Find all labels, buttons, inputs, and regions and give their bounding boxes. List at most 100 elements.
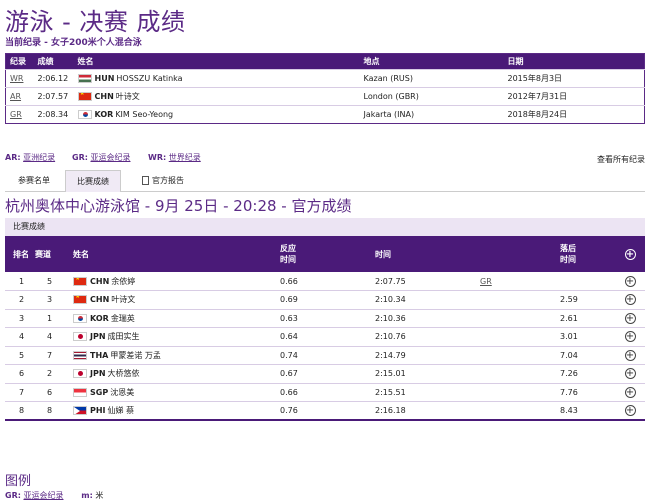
result-record: [480, 346, 560, 365]
result-lane: 3: [35, 290, 65, 310]
flag-icon: [73, 406, 87, 415]
result-athlete: JPN 大桥悠依: [65, 364, 280, 384]
result-rank: 1: [5, 272, 35, 291]
result-row: 4 4 JPN 成田实生 0.64 2:10.76 3.01 +: [5, 327, 645, 347]
athlete-name: 叶诗文: [111, 295, 136, 305]
record-athlete: KOR KIM Seo-Yeong: [73, 105, 360, 124]
record-date: 2015年8月3日: [503, 69, 645, 88]
result-record: [480, 327, 560, 347]
result-reaction: 0.66: [280, 383, 375, 402]
result-record: [480, 401, 560, 421]
record-date: 2018年8月24日: [503, 105, 645, 124]
legend-wr-label[interactable]: 世界纪录: [169, 153, 201, 162]
legend-ar-label[interactable]: 亚洲纪录: [23, 153, 55, 162]
results-col-behind: 落后 时间: [560, 236, 615, 272]
current-records-subtitle: 当前纪录 - 女子200米个人混合泳: [5, 38, 142, 48]
result-lane: 4: [35, 327, 65, 347]
result-row: 15CHN余依婷0.662:07.75GR+: [5, 272, 645, 291]
record-result: 2:08.34: [33, 105, 74, 124]
results-col-time: 时间: [375, 236, 480, 272]
result-behind: 7.26: [560, 364, 615, 384]
result-reaction: 0.67: [280, 364, 375, 384]
record-badge[interactable]: GR: [480, 277, 492, 286]
result-reaction: 0.64: [280, 327, 375, 347]
result-rank: 3: [5, 309, 35, 328]
flag-icon: [73, 350, 87, 360]
legend-heading: 图例: [5, 474, 32, 489]
bottom-legend-gr-label[interactable]: 亚运会纪录: [23, 491, 63, 500]
expand-row-icon[interactable]: +: [624, 368, 636, 380]
expand-row-icon[interactable]: +: [624, 312, 636, 324]
flag-icon: [77, 74, 92, 83]
flag-icon: [73, 295, 87, 305]
result-rank: 8: [5, 401, 35, 421]
result-behind: [560, 272, 615, 291]
noc-code: KOR: [94, 110, 114, 119]
record-row: GR 2:08.34 KOR KIM Seo-Yeong Jakarta (INA) 20…: [5, 105, 645, 124]
result-reaction: 0.69: [280, 290, 375, 310]
result-row: 23CHN叶诗文0.692:10.342.59+: [5, 290, 645, 310]
result-rank: 2: [5, 290, 35, 310]
result-record: [480, 364, 560, 384]
result-row: 7 6 SGP 沈恩美 0.66 2:15.51 7.76 +: [5, 383, 645, 402]
result-athlete: KOR 金瑞英: [65, 309, 280, 328]
legend-gr-code: GR:: [72, 153, 88, 162]
flag-icon: [73, 332, 87, 342]
flag-icon: [73, 313, 87, 323]
result-time: 2:15.01: [375, 364, 480, 384]
legend-ar: AR: 亚洲纪录: [5, 152, 55, 163]
record-code[interactable]: GR: [10, 110, 22, 119]
flag-icon: [73, 369, 87, 379]
result-athlete: SGP 沈恩美: [65, 383, 280, 402]
result-athlete: CHN余依婷: [65, 272, 280, 291]
expand-row-icon[interactable]: +: [624, 386, 636, 398]
tab-official-report-label: 官方报告: [152, 176, 184, 185]
results-col-record: [480, 236, 560, 272]
result-row: 3 1 KOR 金瑞英 0.63 2:10.36 2.61 +: [5, 309, 645, 328]
expand-row-icon[interactable]: +: [624, 349, 636, 361]
result-time: 2:07.75: [375, 272, 480, 291]
result-expand: +: [615, 346, 645, 365]
legend-wr: WR: 世界纪录: [148, 152, 201, 163]
result-time: 2:16.18: [375, 401, 480, 421]
tab-results[interactable]: 比赛成绩: [65, 170, 121, 192]
result-reaction: 0.74: [280, 346, 375, 365]
result-lane: 2: [35, 364, 65, 384]
athlete-name: 大桥悠依: [107, 369, 140, 379]
result-behind: 3.01: [560, 327, 615, 347]
expand-all-icon[interactable]: +: [624, 248, 636, 260]
result-record: [480, 290, 560, 310]
result-behind: 8.43: [560, 401, 615, 421]
expand-row-icon[interactable]: +: [624, 331, 636, 343]
tab-official-report[interactable]: 官方报告: [131, 170, 195, 192]
result-row: 8 8 PHI 仙娣 蔡 0.76 2:16.18 8.43 +: [5, 401, 645, 421]
expand-row-icon[interactable]: +: [624, 275, 636, 287]
expand-row-icon[interactable]: +: [624, 405, 636, 416]
records-table: 纪录 成绩 姓名 地点 日期 WR 2:06.12 HUN HOSSZU Katink…: [5, 53, 645, 124]
record-place: Kazan (RUS): [359, 69, 504, 88]
venue-heading: 杭州奥体中心游泳馆 - 9月 25日 - 20:28 - 官方成绩: [5, 197, 352, 215]
result-reaction: 0.76: [280, 401, 375, 421]
result-athlete: PHI 仙娣 蔡: [65, 401, 280, 421]
results-col-expand: +: [615, 236, 645, 272]
result-athlete: CHN叶诗文: [65, 290, 280, 310]
record-athlete: HUN HOSSZU Katinka: [73, 69, 360, 88]
athlete-name: HOSSZU Katinka: [116, 74, 183, 83]
expand-row-icon[interactable]: +: [624, 294, 636, 306]
result-time: 2:10.36: [375, 309, 480, 328]
record-code[interactable]: AR: [10, 92, 21, 101]
results-col-name: 姓名: [65, 236, 280, 272]
flag-icon: [77, 92, 92, 101]
result-expand: +: [615, 327, 645, 347]
view-all-records-link[interactable]: 查看所有纪录: [597, 154, 645, 165]
athlete-name: 金瑞英: [110, 313, 135, 323]
legend-gr-label[interactable]: 亚运会纪录: [90, 153, 130, 162]
tab-entries[interactable]: 参赛名单: [7, 170, 61, 192]
record-date: 2012年7月31日: [503, 87, 645, 106]
record-code[interactable]: WR: [10, 74, 23, 83]
noc-code: KOR: [90, 313, 109, 323]
record-place: Jakarta (INA): [359, 105, 504, 124]
result-rank: 6: [5, 364, 35, 384]
record-place: London (GBR): [359, 87, 504, 106]
result-expand: +: [615, 290, 645, 310]
